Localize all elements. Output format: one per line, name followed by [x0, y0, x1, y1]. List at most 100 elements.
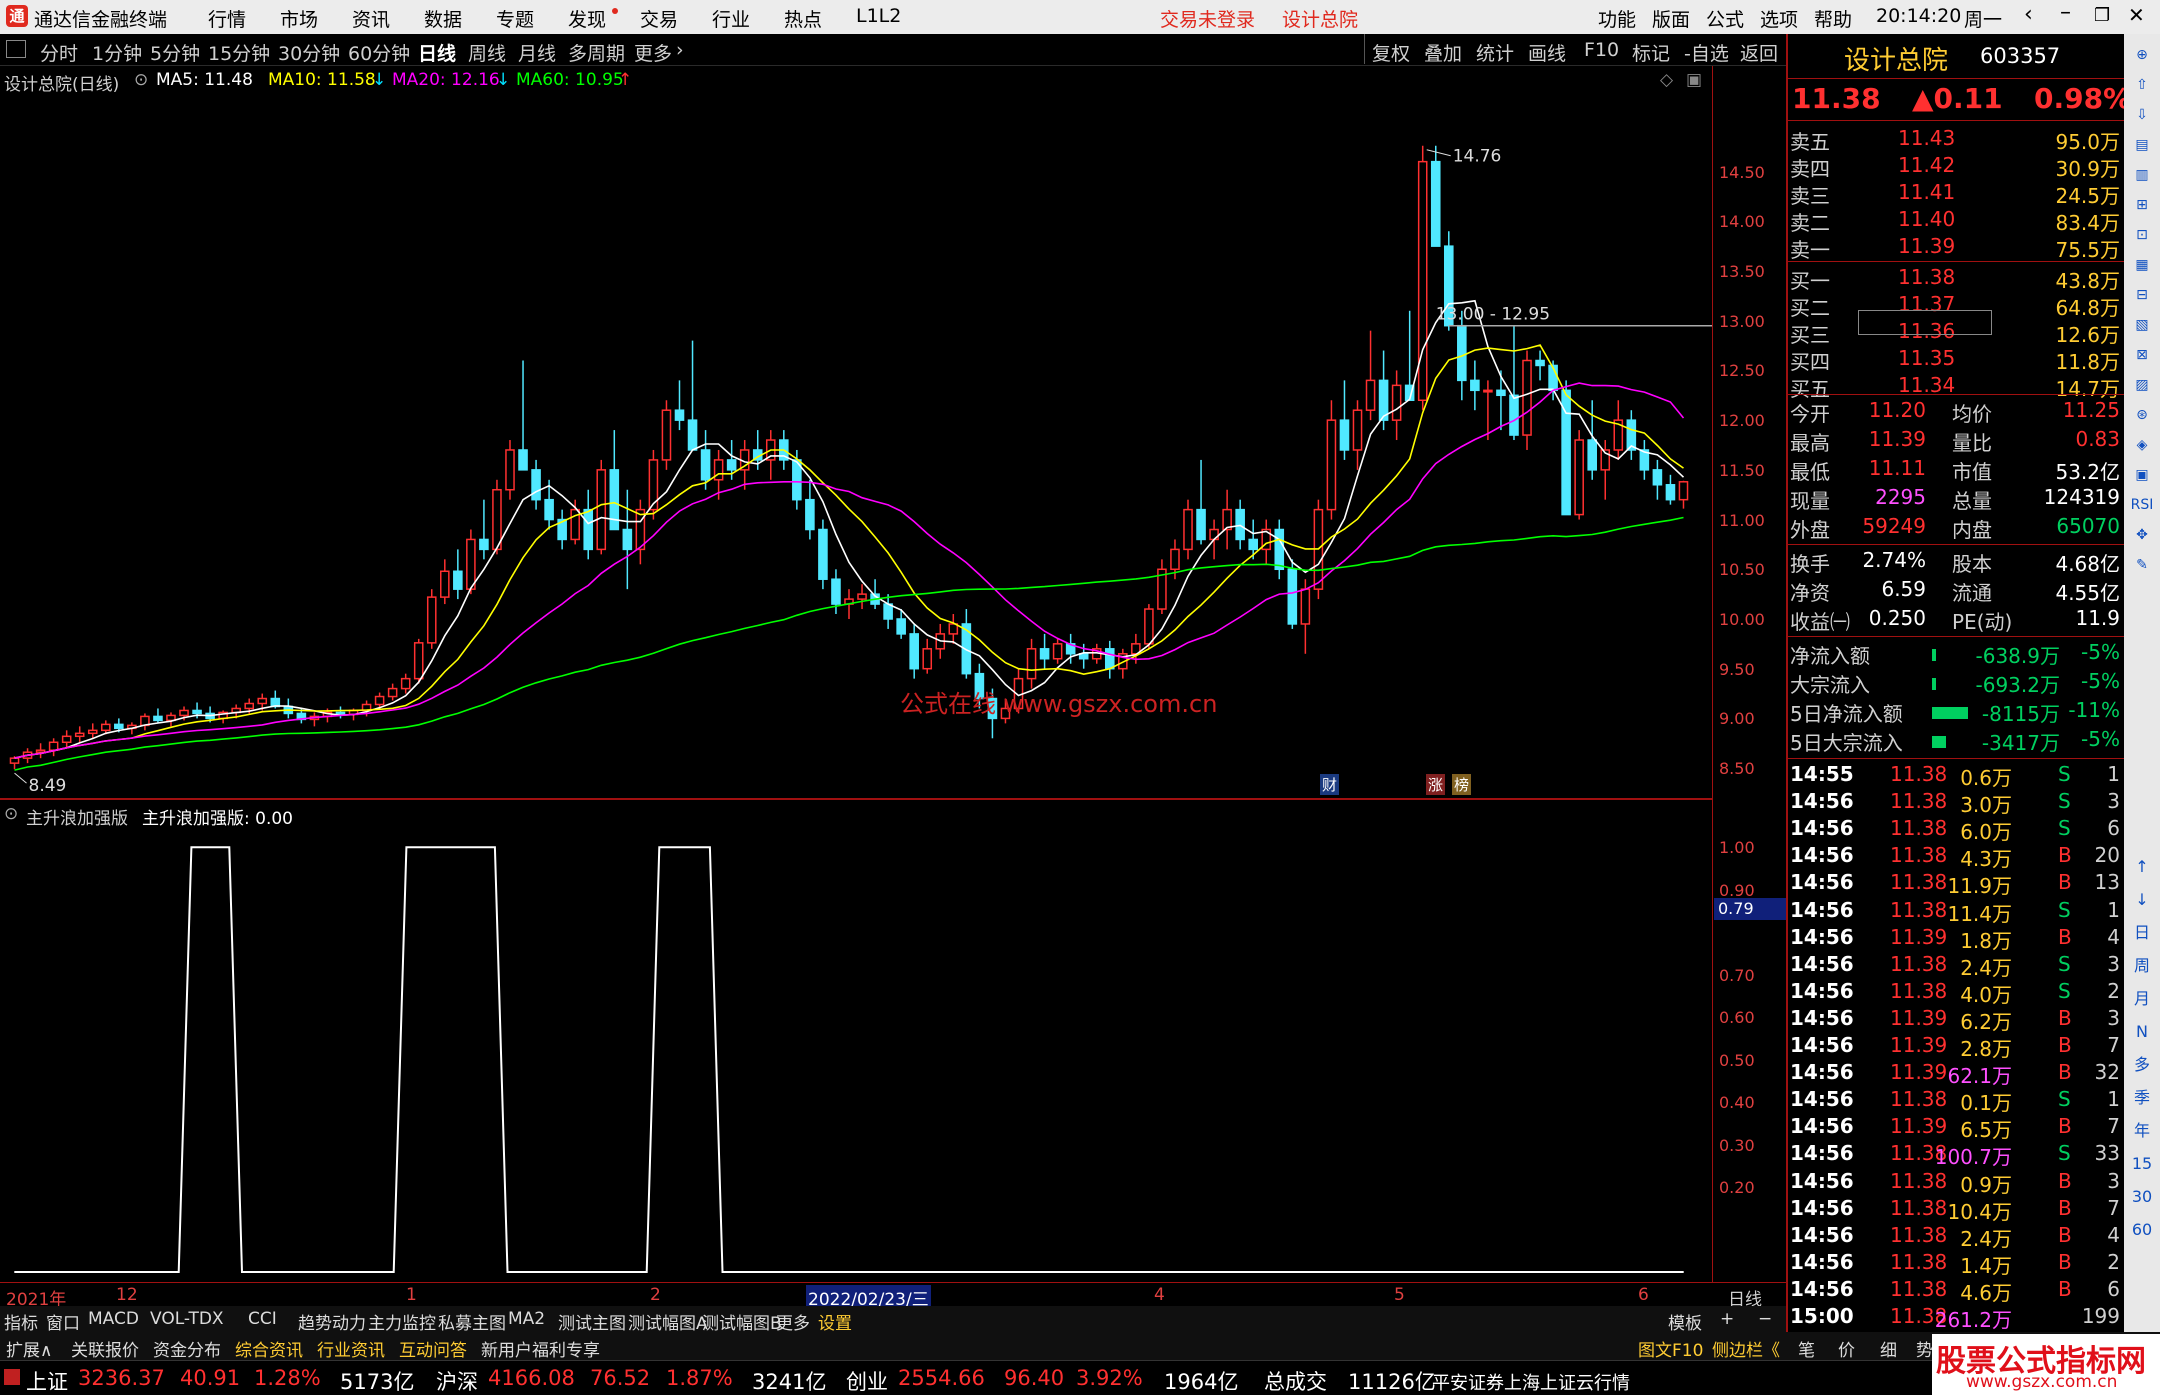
candle[interactable] [818, 519, 828, 590]
candle[interactable] [1026, 638, 1037, 689]
side-period-button[interactable]: ↓ [2128, 887, 2156, 913]
menu-faxian[interactable]: 发现 [568, 5, 606, 32]
period-5min[interactable]: 5分钟 [150, 39, 200, 66]
candle[interactable] [857, 584, 867, 610]
menu-gongshi[interactable]: 公式 [1706, 5, 1744, 32]
side-period-button[interactable]: 60 [2128, 1217, 2156, 1243]
menu-jiaoyi[interactable]: 交易 [640, 5, 678, 32]
candle[interactable] [1561, 380, 1571, 516]
period-30min[interactable]: 30分钟 [278, 39, 340, 66]
tool-zixuan[interactable]: -自选 [1684, 39, 1729, 66]
tool-fanhui[interactable]: 返回 [1740, 39, 1778, 66]
tool-f10[interactable]: F10 [1584, 39, 1619, 61]
candle[interactable] [1613, 400, 1624, 460]
info-tab[interactable]: 互动问答 [399, 1336, 467, 1361]
candle[interactable] [1430, 145, 1441, 247]
menu-shuju[interactable]: 数据 [424, 5, 462, 32]
marker-zhang[interactable]: 涨 [1426, 774, 1446, 795]
indicator-tab[interactable]: 设置 [818, 1309, 852, 1334]
candle[interactable] [1483, 380, 1493, 441]
tool-tongji[interactable]: 统计 [1476, 39, 1514, 66]
side-period-button[interactable]: 月 [2128, 986, 2156, 1012]
hs-name[interactable]: 沪深 [436, 1366, 478, 1395]
period-60min[interactable]: 60分钟 [348, 39, 410, 66]
candle[interactable] [1470, 360, 1480, 411]
candle[interactable] [74, 726, 85, 744]
trade-login-status[interactable]: 交易未登录 [1160, 5, 1255, 32]
candle[interactable] [557, 509, 567, 550]
minimize-icon[interactable]: – [2060, 0, 2071, 25]
indicator-pane[interactable] [0, 826, 1712, 1276]
info-tab[interactable]: 综合资讯 [235, 1336, 303, 1361]
candle[interactable] [479, 499, 489, 560]
marker-bang[interactable]: 榜 [1452, 774, 1472, 795]
candle[interactable] [1652, 459, 1663, 500]
candle[interactable] [35, 743, 46, 759]
candle[interactable] [1678, 480, 1689, 509]
info-tab[interactable]: 新用户福利专享 [481, 1336, 600, 1361]
candle[interactable] [922, 638, 933, 674]
info-tab-right[interactable]: 势 [1916, 1336, 1933, 1361]
period-fenshi[interactable]: 分时 [40, 39, 78, 66]
candle[interactable] [583, 489, 594, 560]
candle[interactable] [1574, 430, 1584, 520]
info-tab-right[interactable]: 笔 [1798, 1336, 1815, 1361]
period-monthly[interactable]: 月线 [518, 39, 556, 66]
period-15min[interactable]: 15分钟 [208, 39, 270, 66]
candle[interactable] [1352, 400, 1363, 470]
period-daily[interactable]: 日线 [418, 39, 456, 66]
candle[interactable] [1104, 640, 1115, 679]
expand-icon[interactable]: ▣ [1686, 70, 1702, 90]
indicator-tab[interactable]: 趋势动力 [298, 1309, 366, 1334]
indicator-tab[interactable]: CCI [248, 1309, 277, 1329]
menu-hangqing[interactable]: 行情 [208, 5, 246, 32]
candle[interactable] [909, 623, 919, 679]
tool-biaoji[interactable]: 标记 [1632, 39, 1670, 66]
candle[interactable] [283, 698, 294, 719]
side-tool-icon[interactable]: ✎ [2128, 552, 2156, 578]
close-icon[interactable]: ✕ [2128, 3, 2145, 27]
candle[interactable] [883, 594, 893, 629]
info-tab-right[interactable]: 价 [1838, 1336, 1855, 1361]
tab-add[interactable]: + [1720, 1309, 1734, 1329]
side-period-button[interactable]: 30 [2128, 1184, 2156, 1210]
side-tool-icon[interactable]: ▥ [2128, 162, 2156, 188]
tool-huaxian[interactable]: 画线 [1528, 39, 1566, 66]
side-tool-icon[interactable]: ⊛ [2128, 402, 2156, 428]
diamond-icon[interactable]: ◇ [1660, 70, 1673, 90]
side-period-button[interactable]: 15 [2128, 1151, 2156, 1177]
period-weekly[interactable]: 周线 [468, 39, 506, 66]
side-tool-icon[interactable]: ⊕ [2128, 42, 2156, 68]
side-period-button[interactable]: 周 [2128, 953, 2156, 979]
candle[interactable] [1496, 370, 1506, 431]
side-tool-icon[interactable]: ▣ [2128, 462, 2156, 488]
menu-banmian[interactable]: 版面 [1652, 5, 1690, 32]
side-tool-icon[interactable]: ⊡ [2128, 222, 2156, 248]
tab-remove[interactable]: − [1758, 1309, 1772, 1329]
menu-l1l2[interactable]: L1L2 [856, 5, 901, 27]
candle[interactable] [609, 430, 620, 531]
chevron-down-icon[interactable]: ⊙ [134, 70, 148, 90]
restore-icon[interactable]: ❐ [2094, 5, 2110, 26]
kline-pane[interactable]: 14.76 8.49 13.00 - 12.95 公式在线 www.gszx.com… [0, 94, 1712, 798]
candle[interactable] [596, 459, 607, 555]
tool-fuquan[interactable]: 复权 [1372, 39, 1410, 66]
indicator-tab[interactable]: 更多 [776, 1309, 810, 1334]
candle[interactable] [153, 708, 163, 724]
menu-xuanxiang[interactable]: 选项 [1760, 5, 1798, 32]
indicator-tab[interactable]: 窗口 [46, 1309, 80, 1334]
candle[interactable] [387, 683, 398, 701]
side-period-button[interactable]: N [2128, 1019, 2156, 1045]
menu-zhuanti[interactable]: 专题 [496, 5, 534, 32]
side-tool-icon[interactable]: ▤ [2128, 132, 2156, 158]
candle[interactable] [453, 549, 463, 600]
back-icon[interactable]: ‹ [2024, 2, 2033, 27]
candle[interactable] [61, 730, 72, 749]
candle[interactable] [948, 614, 959, 644]
side-tool-icon[interactable]: ⊞ [2128, 192, 2156, 218]
side-tool-icon[interactable]: ⊟ [2128, 282, 2156, 308]
chevron-down-icon[interactable]: ⊙ [4, 804, 18, 824]
candle[interactable] [1235, 499, 1245, 550]
candle[interactable] [87, 723, 98, 739]
candle[interactable] [309, 712, 320, 727]
